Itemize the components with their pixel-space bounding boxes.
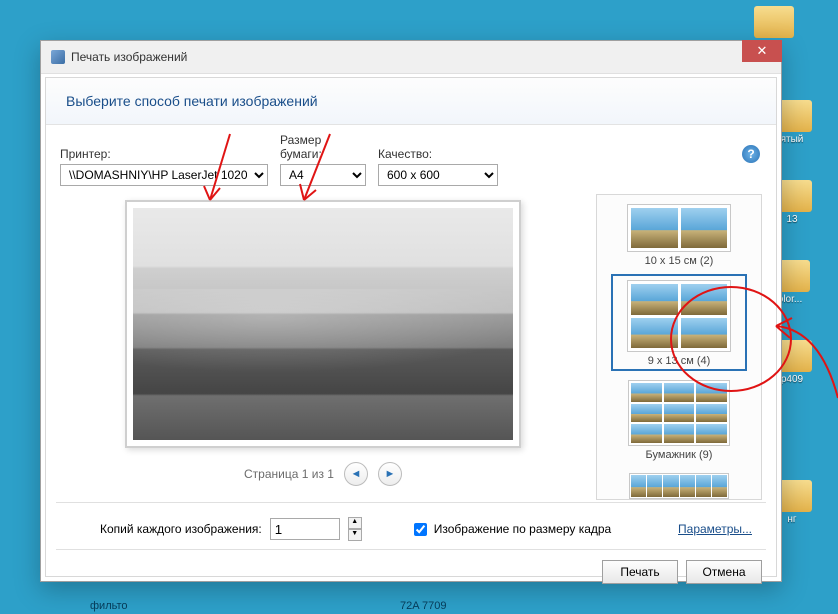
- titlebar[interactable]: Печать изображений ✕: [41, 41, 781, 74]
- help-icon: ?: [747, 147, 754, 161]
- copies-input[interactable]: [270, 518, 340, 540]
- layout-contact-sheet[interactable]: [612, 468, 746, 500]
- help-button[interactable]: ?: [742, 145, 760, 163]
- header-subtitle: Выберите способ печати изображений: [66, 93, 318, 109]
- status-left: фильто: [90, 600, 128, 612]
- triangle-left-icon: ◄: [351, 468, 362, 480]
- copies-label: Копий каждого изображения:: [100, 522, 262, 536]
- paper-size-label: Размер бумаги:: [280, 133, 366, 161]
- cancel-button[interactable]: Отмена: [686, 560, 762, 584]
- spinner-up-icon[interactable]: ▲: [348, 517, 362, 529]
- status-mid: 72A 7709: [400, 600, 447, 612]
- triangle-right-icon: ►: [385, 468, 396, 480]
- print-pictures-dialog: Печать изображений ✕ Выберите способ печ…: [40, 40, 782, 582]
- quality-select[interactable]: 600 x 600: [378, 164, 498, 186]
- desktop-folder-icon[interactable]: [750, 6, 798, 40]
- fit-frame-label: Изображение по размеру кадра: [434, 522, 611, 536]
- dialog-header: Выберите способ печати изображений: [46, 78, 776, 125]
- prev-page-button[interactable]: ◄: [344, 462, 368, 486]
- close-icon: ✕: [757, 43, 768, 59]
- print-button[interactable]: Печать: [602, 560, 678, 584]
- copies-spinner[interactable]: ▲ ▼: [348, 517, 362, 541]
- page-indicator: Страница 1 из 1: [244, 467, 334, 481]
- paper-size-select[interactable]: A4: [280, 164, 366, 186]
- printer-select[interactable]: \\DOMASHNIY\HP LaserJet 1020: [60, 164, 268, 186]
- preview-image: [133, 208, 513, 440]
- layout-9x13-4[interactable]: 9 x 13 см (4): [611, 274, 747, 371]
- options-link[interactable]: Параметры...: [678, 522, 752, 536]
- next-page-button[interactable]: ►: [378, 462, 402, 486]
- layout-wallet-9[interactable]: Бумажник (9): [612, 375, 746, 464]
- app-icon: [51, 50, 65, 64]
- spinner-down-icon[interactable]: ▼: [348, 529, 362, 541]
- window-title: Печать изображений: [71, 50, 187, 64]
- quality-label: Качество:: [378, 147, 498, 161]
- print-preview: [125, 200, 521, 448]
- layout-10x15-2[interactable]: 10 x 15 см (2): [612, 199, 746, 270]
- fit-frame-checkbox-wrap[interactable]: Изображение по размеру кадра: [410, 520, 611, 539]
- layout-picker[interactable]: 10 x 15 см (2) 9 x 13 см (4) Бумажник (9…: [596, 194, 762, 500]
- close-button[interactable]: ✕: [742, 40, 782, 62]
- fit-frame-checkbox[interactable]: [414, 523, 427, 536]
- printer-label: Принтер:: [60, 147, 268, 161]
